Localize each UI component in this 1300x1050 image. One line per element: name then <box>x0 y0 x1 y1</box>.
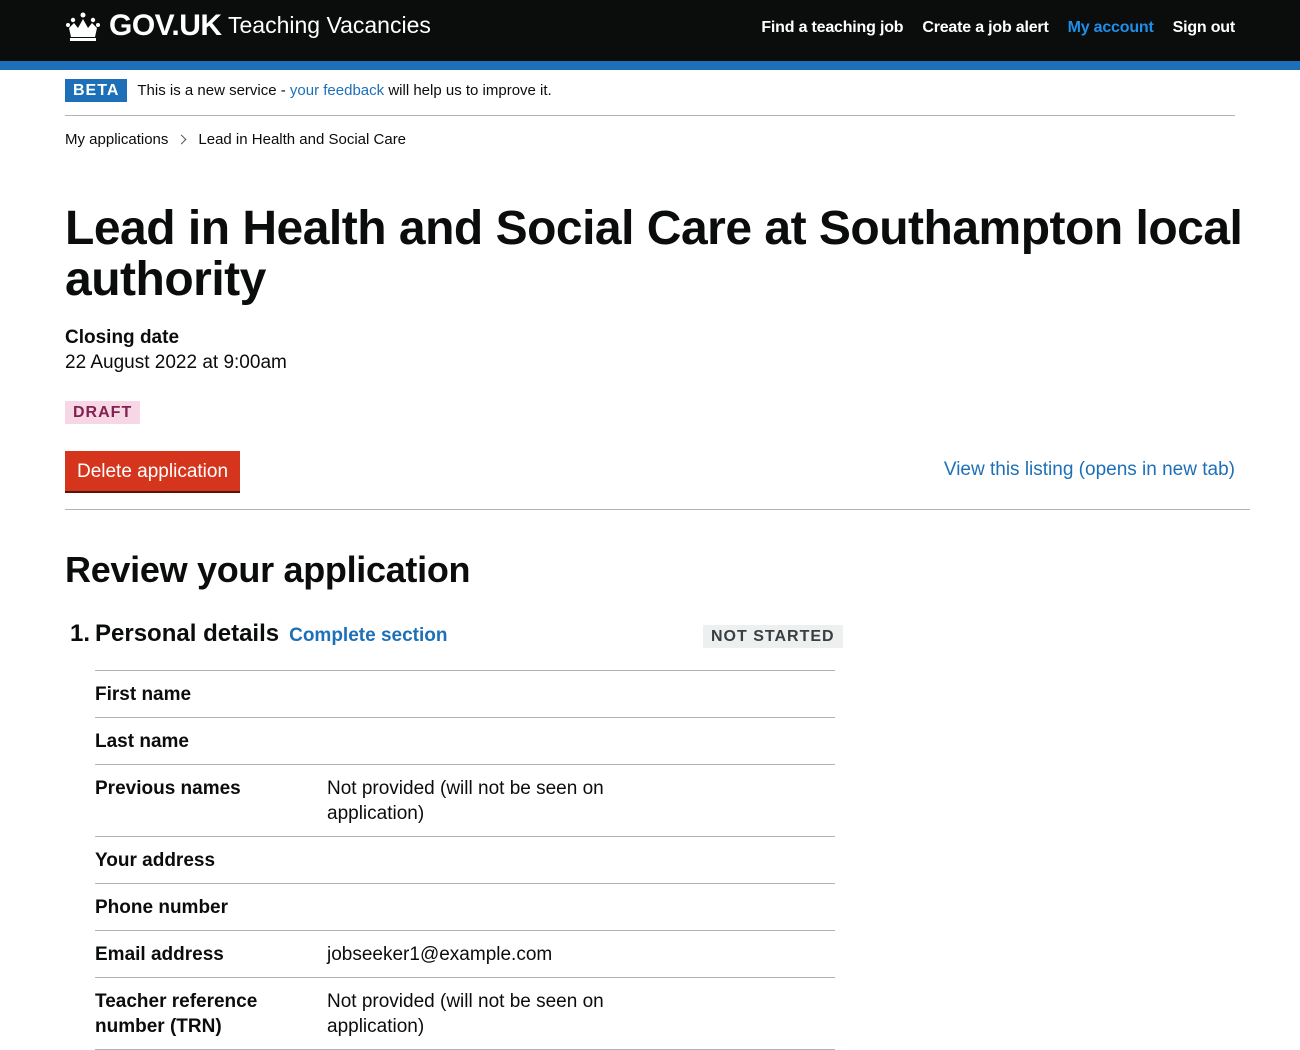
summary-row: Last name <box>95 718 835 765</box>
summary-row: Phone number <box>95 884 835 931</box>
closing-date-label: Closing date <box>65 327 180 348</box>
breadcrumb-my-applications[interactable]: My applications <box>65 131 168 148</box>
nav-create-alert[interactable]: Create a job alert <box>922 19 1048 37</box>
feedback-link[interactable]: your feedback <box>290 82 384 99</box>
row-key: Phone number <box>95 897 229 918</box>
complete-section-link[interactable]: Complete section <box>289 625 447 647</box>
row-value <box>327 682 617 707</box>
row-key: First name <box>95 684 192 705</box>
section-divider <box>65 509 1250 510</box>
delete-application-button[interactable]: Delete application <box>65 451 240 491</box>
logo-text: GOV.UK <box>109 9 222 42</box>
nav-find-job[interactable]: Find a teaching job <box>761 19 903 37</box>
header-nav: Find a teaching job Create a job alert M… <box>761 19 1235 37</box>
summary-row: Teacher reference number (TRN) Not provi… <box>95 978 835 1050</box>
row-value <box>327 729 617 754</box>
summary-row: Email address jobseeker1@example.com <box>95 931 835 978</box>
personal-details-summary: First name Last name Previous names Not … <box>95 670 835 1050</box>
row-value <box>327 895 617 920</box>
closing-date-value: 22 August 2022 at 9:00am <box>65 352 287 373</box>
row-value: jobseeker1@example.com <box>327 944 553 965</box>
section-title: Personal details <box>95 620 280 647</box>
row-value <box>327 848 617 873</box>
row-key: Previous names <box>95 778 241 799</box>
beta-divider <box>65 115 1235 116</box>
nav-sign-out[interactable]: Sign out <box>1173 19 1236 37</box>
section-status-badge: NOT STARTED <box>703 625 843 648</box>
status-badge: DRAFT <box>65 401 141 424</box>
summary-row: Previous names Not provided (will not be… <box>95 765 835 837</box>
row-key: Teacher reference number (TRN) <box>95 991 258 1037</box>
row-value: Not provided (will not be seen on applic… <box>327 778 604 824</box>
breadcrumb: My applications Lead in Health and Socia… <box>65 131 406 148</box>
row-key: Last name <box>95 731 189 752</box>
breadcrumb-current: Lead in Health and Social Care <box>198 131 407 148</box>
section-heading: 1. Personal details Complete section <box>70 620 447 648</box>
row-key: Email address <box>95 944 224 965</box>
view-listing-link[interactable]: View this listing (opens in new tab) <box>944 459 1235 481</box>
review-heading: Review your application <box>65 549 471 590</box>
section-number: 1. <box>70 620 91 647</box>
row-key: Your address <box>95 850 216 871</box>
service-name-link[interactable]: Teaching Vacancies <box>228 12 431 39</box>
row-value: Not provided (will not be seen on applic… <box>327 991 604 1037</box>
nav-my-account[interactable]: My account <box>1068 19 1154 37</box>
beta-text: This is a new service - your feedback wi… <box>137 82 552 99</box>
header-blue-bar <box>0 61 1300 70</box>
crown-icon <box>66 12 100 41</box>
summary-row: Your address <box>95 837 835 884</box>
site-header: GOV.UK Teaching Vacancies Find a teachin… <box>0 0 1300 61</box>
govuk-logo-link[interactable]: GOV.UK <box>65 9 222 43</box>
page-title: Lead in Health and Social Care at Southa… <box>65 202 1243 306</box>
chevron-right-icon <box>176 134 187 145</box>
summary-row: First name <box>95 671 835 718</box>
beta-tag: BETA <box>65 79 128 102</box>
phase-banner: BETA This is a new service - your feedba… <box>65 79 552 102</box>
